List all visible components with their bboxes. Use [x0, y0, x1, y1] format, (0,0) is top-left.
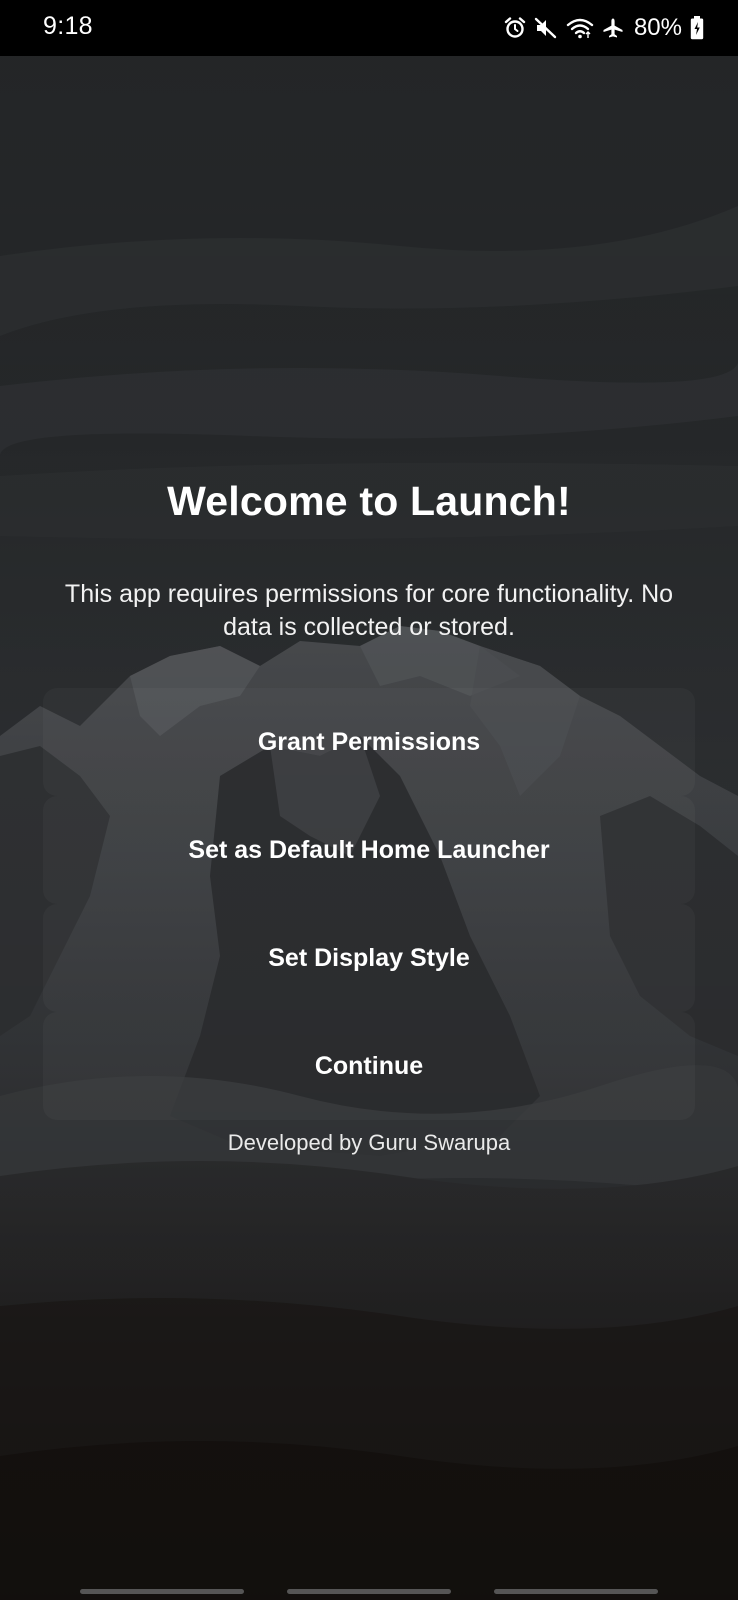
- launch-welcome-screen: 9:18 80% Welcome to Launch! This app req…: [0, 0, 738, 1600]
- alarm-icon: [504, 17, 526, 39]
- developer-credit: Developed by Guru Swarupa: [227, 1130, 511, 1155]
- nav-handle-center[interactable]: [287, 1589, 451, 1594]
- set-display-style-button[interactable]: Set Display Style: [43, 904, 695, 1012]
- continue-button[interactable]: Continue: [43, 1012, 695, 1120]
- status-bar: 9:18 80%: [0, 0, 738, 56]
- set-default-launcher-button[interactable]: Set as Default Home Launcher: [43, 796, 695, 904]
- nav-handle-left[interactable]: [80, 1589, 244, 1594]
- airplane-icon: [602, 17, 624, 39]
- mute-icon: [534, 17, 558, 39]
- nav-handle-right[interactable]: [494, 1589, 658, 1594]
- status-time: 9:18: [43, 12, 93, 40]
- permission-description: This app requires permissions for core f…: [64, 580, 674, 641]
- wifi-icon: [566, 17, 594, 39]
- status-icons: 80%: [504, 13, 704, 43]
- grant-permissions-button[interactable]: Grant Permissions: [43, 688, 695, 796]
- page-title: Welcome to Launch!: [167, 478, 571, 524]
- navigation-bar: [0, 1576, 738, 1600]
- action-buttons: Grant Permissions Set as Default Home La…: [43, 688, 695, 1120]
- welcome-content: Welcome to Launch! This app requires per…: [0, 56, 738, 1600]
- battery-percent: 80%: [633, 14, 682, 41]
- battery-icon: [690, 16, 704, 40]
